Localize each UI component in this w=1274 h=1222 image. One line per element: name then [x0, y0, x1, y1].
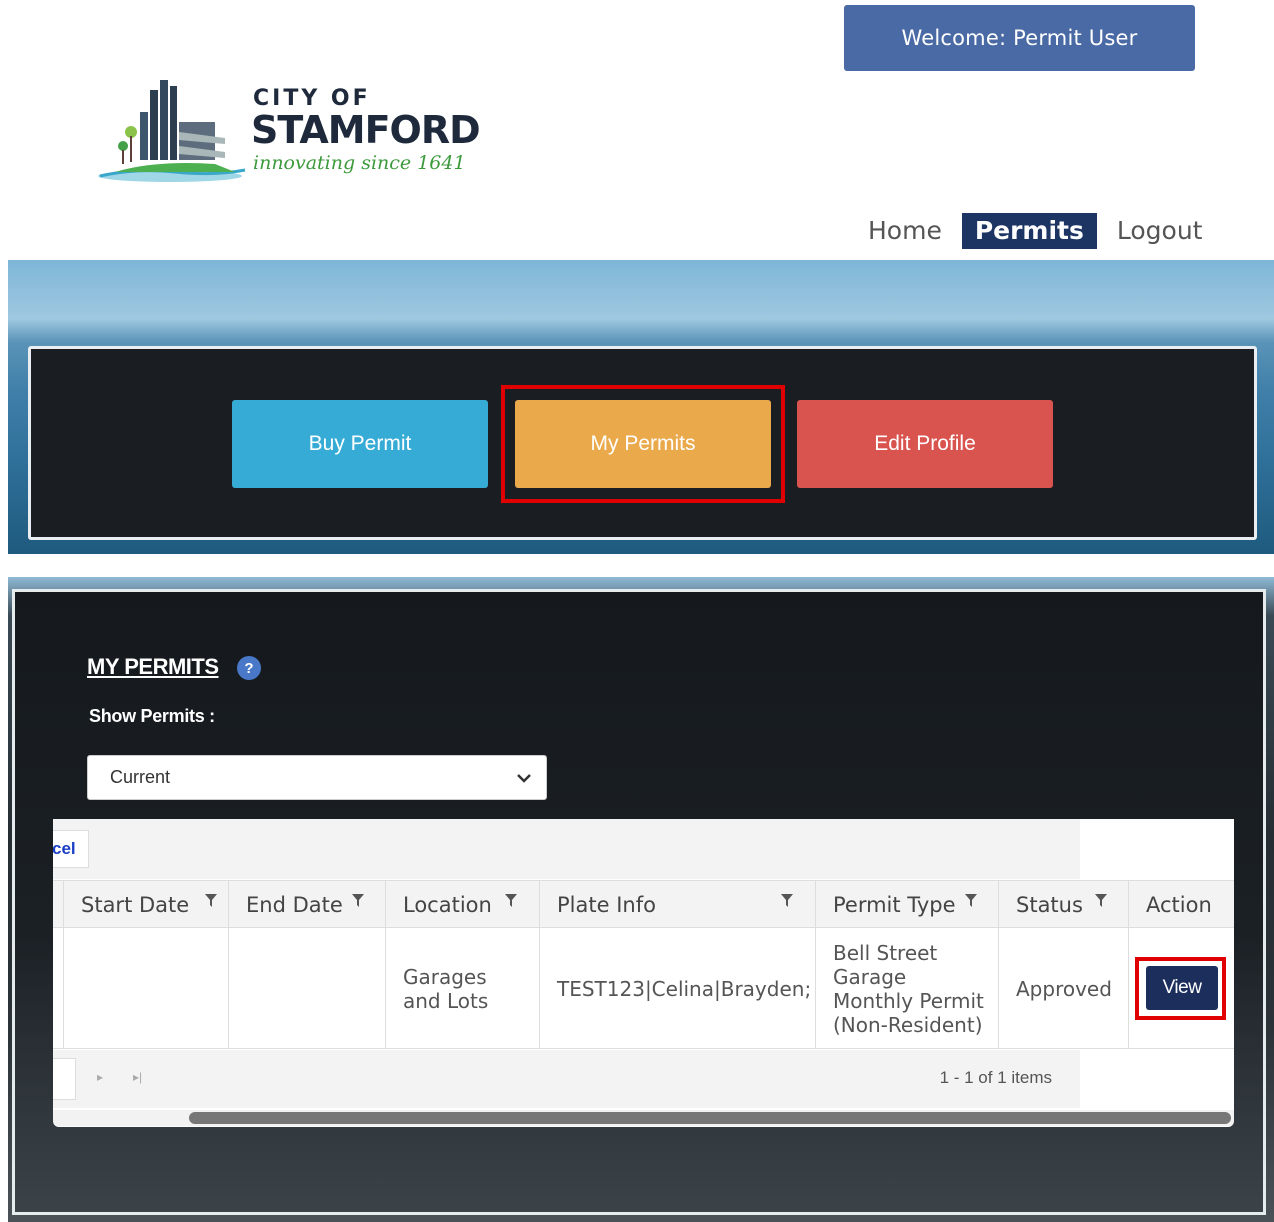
cell-location-value: Garages and Lots	[403, 965, 489, 1013]
nav-permits[interactable]: Permits	[961, 213, 1097, 249]
filter-icon[interactable]	[351, 893, 365, 909]
cell-status-value: Approved	[1016, 977, 1112, 1001]
col-permit-type[interactable]: Permit Type	[815, 881, 998, 929]
export-excel-label: cel	[53, 839, 76, 858]
hero-banner: Buy Permit My Permits Edit Profile	[8, 260, 1274, 554]
filter-icon[interactable]	[204, 893, 218, 909]
grid-pager: ▸ ▸| 1 - 1 of 1 items	[53, 1050, 1080, 1108]
page: Welcome: Permit User CITY OF STAMFORD in…	[0, 0, 1274, 1222]
col-end-date[interactable]: End Date	[228, 881, 385, 929]
grid-header: Start Date End Date Location Plate Info	[53, 880, 1234, 929]
col-start-date-label: Start Date	[81, 893, 190, 917]
cell-location: Garages and Lots	[385, 929, 539, 1049]
show-permits-label: Show Permits :	[89, 706, 215, 726]
scrollbar-thumb[interactable]	[189, 1112, 1231, 1124]
cell-permit-type-value: Bell Street Garage Monthly Permit (Non-R…	[833, 941, 984, 1037]
col-action: Action	[1128, 881, 1234, 929]
page-size-input[interactable]	[53, 1058, 76, 1100]
horizontal-scrollbar[interactable]	[53, 1110, 1234, 1126]
nav-home[interactable]: Home	[858, 213, 952, 249]
filter-icon[interactable]	[504, 893, 518, 909]
cell-status: Approved	[998, 929, 1128, 1049]
help-icon[interactable]: ?	[237, 656, 261, 680]
export-excel-button[interactable]: cel	[53, 830, 89, 868]
col-status-label: Status	[1016, 893, 1083, 917]
city-skyline-icon	[98, 80, 246, 182]
permits-grid: cel Start Date End Date Location Plate I…	[53, 819, 1234, 1127]
show-permits-select[interactable]: Current	[87, 755, 547, 800]
welcome-banner: Welcome: Permit User	[844, 5, 1195, 71]
filter-icon[interactable]	[780, 893, 794, 909]
col-permit-type-label: Permit Type	[833, 893, 956, 917]
highlight-box-view	[1135, 957, 1226, 1020]
buy-permit-button[interactable]: Buy Permit	[232, 400, 488, 488]
table-row: Garages and Lots TEST123|Celina|Brayden;…	[53, 929, 1234, 1049]
city-logo[interactable]: CITY OF STAMFORD innovating since 1641	[95, 72, 485, 192]
last-page-icon[interactable]: ▸|	[133, 1070, 142, 1084]
col-location[interactable]: Location	[385, 881, 539, 929]
edit-profile-button[interactable]: Edit Profile	[797, 400, 1053, 488]
cell-plate-info-value: TEST123|Celina|Brayden;	[557, 977, 812, 1001]
logo-stamford: STAMFORD	[251, 108, 481, 152]
chevron-down-icon	[517, 774, 531, 783]
logo-tagline: innovating since 1641	[253, 152, 466, 174]
cell-start-date	[63, 929, 228, 1049]
pager-info: 1 - 1 of 1 items	[939, 1068, 1052, 1087]
col-location-label: Location	[403, 893, 492, 917]
my-permits-title: MY PERMITS	[87, 654, 219, 679]
col-plate-info-label: Plate Info	[557, 893, 656, 917]
grid-toolbar: cel	[53, 819, 1080, 879]
col-end-date-label: End Date	[246, 893, 343, 917]
nav-logout[interactable]: Logout	[1107, 213, 1213, 249]
filter-icon[interactable]	[964, 893, 978, 909]
col-plate-info[interactable]: Plate Info	[539, 881, 815, 929]
filter-icon[interactable]	[1094, 893, 1108, 909]
cell-end-date	[228, 929, 385, 1049]
next-page-icon[interactable]: ▸	[97, 1070, 103, 1084]
col-start-date[interactable]: Start Date	[63, 881, 228, 929]
hero-action-panel: Buy Permit My Permits Edit Profile	[28, 346, 1257, 540]
show-permits-select-value: Current	[110, 767, 171, 787]
permits-panel: MY PERMITS ? Show Permits : Current cel …	[12, 589, 1266, 1215]
main-nav: Home Permits Logout	[858, 213, 1213, 249]
col-status[interactable]: Status	[998, 881, 1128, 929]
welcome-text: Welcome: Permit User	[901, 26, 1138, 50]
cell-plate-info: TEST123|Celina|Brayden;	[539, 929, 815, 1049]
col-action-label: Action	[1146, 893, 1212, 917]
cell-permit-type: Bell Street Garage Monthly Permit (Non-R…	[815, 929, 998, 1049]
permits-section: MY PERMITS ? Show Permits : Current cel …	[8, 577, 1274, 1222]
highlight-box-my-permits	[501, 385, 785, 503]
